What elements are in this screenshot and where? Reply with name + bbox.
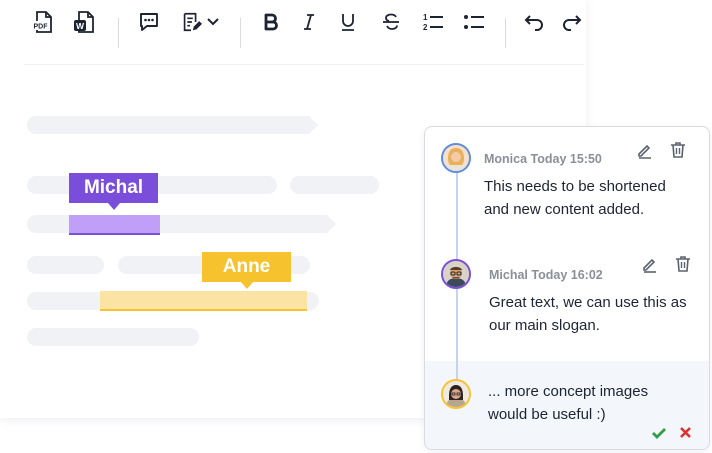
collaborator-name: Michal	[83, 177, 144, 198]
person-avatar-icon	[443, 145, 469, 171]
person-avatar-icon	[443, 381, 469, 407]
pdf-icon-label: PDF	[34, 24, 49, 31]
toolbar-divider	[24, 64, 584, 65]
bullet-list-icon	[464, 15, 484, 29]
redo-icon	[563, 15, 582, 31]
delete-comment-button[interactable]	[669, 141, 687, 159]
delete-comment-button[interactable]	[674, 255, 692, 273]
strikethrough-icon	[383, 13, 399, 30]
strikethrough-button[interactable]	[378, 10, 404, 34]
pencil-icon	[643, 258, 656, 273]
edit-comment-button[interactable]	[641, 255, 659, 273]
close-icon	[680, 427, 691, 438]
confirm-reply-button[interactable]	[650, 424, 668, 442]
comment-text: This needs to be shortened and new conte…	[484, 178, 666, 218]
avatar-monica	[441, 143, 471, 173]
italic-button[interactable]	[296, 10, 322, 34]
svg-text:2: 2	[423, 23, 428, 32]
export-pdf-button[interactable]: PDF	[30, 10, 56, 34]
trash-icon	[676, 256, 690, 272]
avatar-michal	[441, 259, 471, 289]
add-comment-button[interactable]	[136, 10, 162, 34]
toolbar-separator	[240, 18, 241, 48]
numbered-list-button[interactable]: 1 2	[420, 10, 446, 34]
numbered-list-icon: 1 2	[423, 13, 443, 32]
pencil-icon	[638, 144, 651, 159]
trash-icon	[671, 142, 685, 158]
comment-meta: Michal Today 16:02	[489, 268, 603, 282]
toolbar-separator	[505, 18, 506, 48]
pdf-file-icon: PDF	[32, 11, 52, 33]
comment-time: Today 16:02	[531, 268, 603, 282]
collaborator-tag-anne: Anne	[202, 252, 291, 289]
comment-text: Great text, we can use this as our main …	[489, 294, 687, 334]
collaborator-name: Anne	[222, 256, 271, 277]
undo-icon	[524, 15, 543, 31]
bold-button[interactable]	[258, 10, 284, 34]
italic-icon	[304, 14, 314, 30]
comment-meta: Monica Today 15:50	[484, 152, 602, 166]
undo-button[interactable]	[521, 10, 547, 34]
avatar-anne	[441, 379, 471, 409]
text-line-placeholder	[27, 328, 199, 346]
reply-input[interactable]: ... more concept images would be useful …	[488, 380, 688, 426]
svg-text:1: 1	[423, 13, 428, 22]
tag-pointer	[107, 203, 120, 210]
word-file-icon: W	[74, 11, 94, 33]
comment-author: Michal	[489, 268, 528, 282]
tag-pointer	[240, 282, 253, 289]
highlight-anne[interactable]	[100, 291, 307, 311]
underline-icon	[342, 14, 354, 31]
person-avatar-icon	[443, 261, 469, 287]
underline-button[interactable]	[335, 10, 361, 34]
comment-icon	[140, 13, 158, 31]
text-line-placeholder	[290, 176, 379, 194]
comment-author: Monica	[484, 152, 528, 166]
comments-panel: Monica Today 15:50 This needs to be shor…	[424, 126, 710, 450]
bold-icon	[264, 13, 278, 31]
highlight-michal[interactable]	[69, 215, 160, 235]
edit-comment-button[interactable]	[636, 141, 654, 159]
export-word-button[interactable]: W	[72, 10, 98, 34]
edit-mode-dropdown[interactable]	[178, 10, 222, 34]
cancel-reply-button[interactable]	[677, 424, 695, 442]
toolbar-separator	[118, 18, 119, 48]
text-line-placeholder	[27, 116, 318, 134]
text-line-placeholder	[27, 256, 104, 274]
bullet-list-button[interactable]	[461, 10, 487, 34]
word-icon-label: W	[76, 21, 85, 31]
collaborator-tag-michal: Michal	[69, 173, 158, 210]
chevron-down-icon	[207, 18, 219, 26]
edit-document-icon	[183, 12, 202, 32]
checkmark-icon	[652, 428, 666, 439]
redo-button[interactable]	[559, 10, 585, 34]
comment-time: Today 15:50	[530, 152, 602, 166]
